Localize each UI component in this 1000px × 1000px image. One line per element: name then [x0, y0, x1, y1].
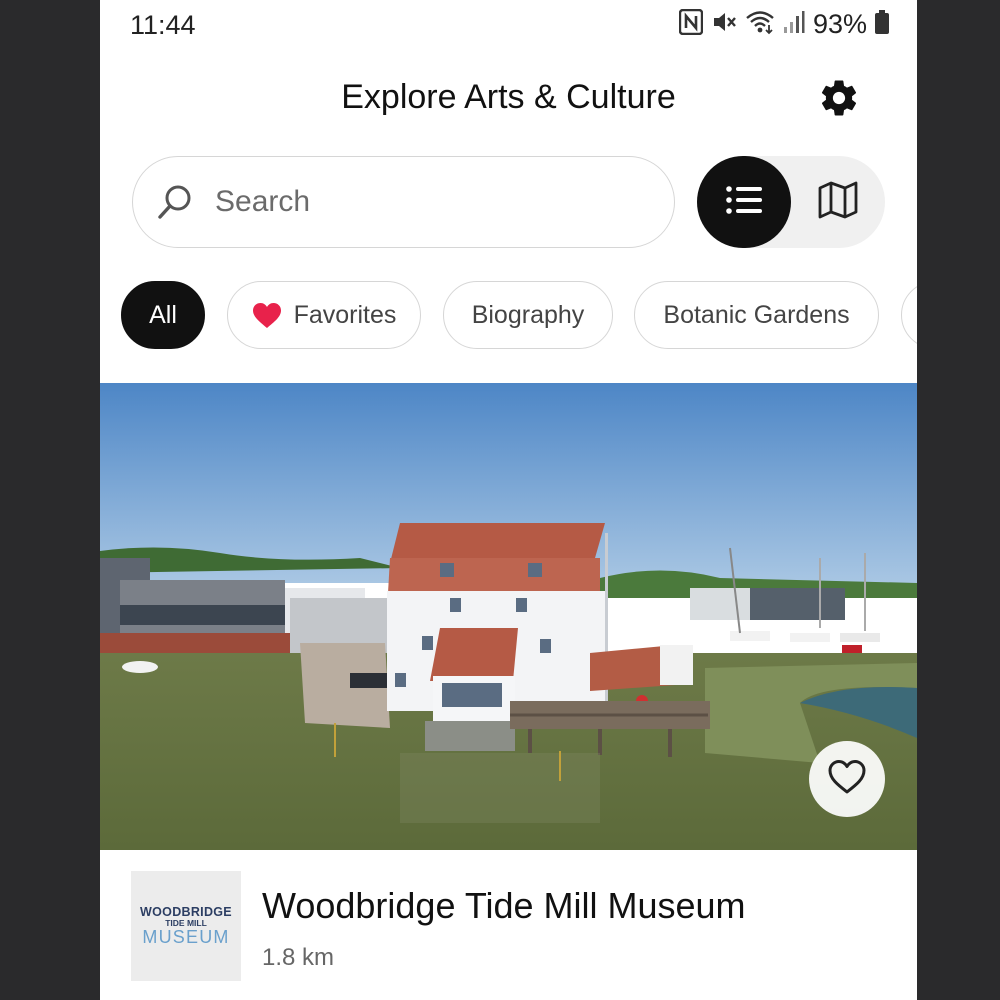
battery-icon	[875, 10, 889, 39]
search-input[interactable]	[213, 184, 637, 220]
chip-botanic-gardens[interactable]: Botanic Gardens	[634, 281, 879, 349]
chip-label: All	[149, 300, 177, 329]
settings-button[interactable]	[815, 76, 863, 124]
chip-favorites[interactable]: Favorites	[227, 281, 421, 349]
page-title: Explore Arts & Culture	[341, 78, 676, 116]
museum-title[interactable]: Woodbridge Tide Mill Museum	[262, 885, 746, 927]
favorite-button[interactable]	[809, 741, 885, 817]
mute-icon	[711, 9, 737, 40]
search-icon	[155, 182, 195, 222]
chip-next-partial[interactable]	[901, 281, 917, 349]
list-view-button[interactable]	[697, 156, 791, 248]
battery-percent: 93%	[812, 9, 867, 39]
filter-chips: All Favorites Biography Botanic Gardens	[121, 281, 917, 349]
museum-photo-illustration	[100, 383, 917, 850]
map-view-button[interactable]	[791, 156, 885, 248]
wifi-icon	[745, 9, 775, 40]
search-bar[interactable]	[132, 156, 675, 248]
museum-distance: 1.8 km	[262, 944, 335, 971]
logo-text-line3: MUSEUM	[142, 926, 230, 947]
status-icons: 93%	[678, 8, 889, 40]
chip-biography[interactable]: Biography	[443, 281, 613, 349]
status-time: 11:44	[130, 10, 196, 40]
list-icon	[725, 185, 763, 220]
logo-text-line1: WOODBRIDGE	[140, 904, 232, 919]
signal-icon	[783, 10, 805, 39]
chip-all[interactable]: All	[121, 281, 205, 349]
nfc-icon	[678, 8, 704, 40]
heart-icon	[252, 302, 282, 329]
view-toggle	[697, 156, 885, 248]
museum-photo[interactable]	[100, 383, 917, 850]
map-icon	[818, 181, 858, 224]
chip-label: Botanic Gardens	[663, 300, 850, 329]
heart-outline-icon	[827, 759, 867, 800]
chip-label: Biography	[471, 300, 585, 329]
museum-logo: WOODBRIDGE TIDE MILL MUSEUM	[131, 871, 241, 981]
app-screen: 11:44 93% Explore Arts & Culture Search …	[100, 0, 917, 1000]
status-bar: 11:44 93%	[100, 0, 917, 52]
gear-icon	[818, 77, 860, 124]
museum-card-info: WOODBRIDGE TIDE MILL MUSEUM Woodbridge T…	[100, 850, 917, 1000]
chip-label: Favorites	[293, 300, 397, 329]
